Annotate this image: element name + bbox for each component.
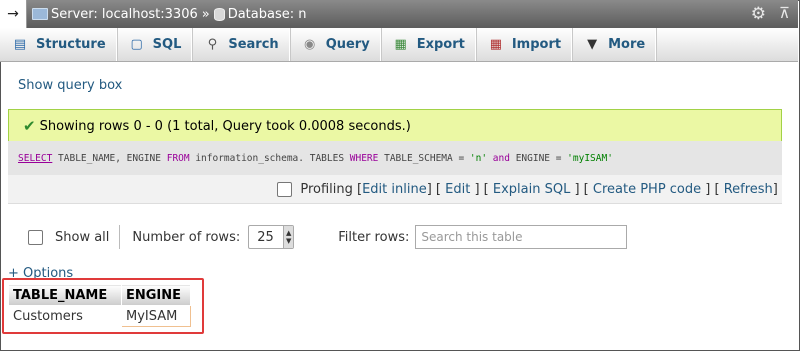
sql-icon: ▢	[130, 36, 143, 52]
sql-keyword-and: and	[492, 152, 510, 164]
breadcrumb-server[interactable]: Server: localhost:3306	[51, 7, 198, 22]
gear-icon[interactable]: ⚙	[751, 4, 766, 24]
sql-text: ENGINE =	[509, 152, 568, 164]
refresh-link[interactable]: Refresh	[724, 182, 773, 197]
tab-more[interactable]: ▼ More	[572, 28, 657, 61]
breadcrumb-separator: »	[201, 6, 210, 22]
column-header-table-name[interactable]: TABLE_NAME	[8, 284, 122, 306]
tab-label: SQL	[152, 37, 182, 52]
number-of-rows-select[interactable]: 25 ▲ ▼	[248, 225, 295, 249]
tab-label: Query	[325, 37, 370, 52]
server-icon	[32, 8, 48, 20]
tab-sql[interactable]: ▢ SQL	[117, 28, 193, 61]
export-icon: ▦	[394, 36, 407, 52]
tab-export[interactable]: ▦ Export	[381, 28, 476, 61]
table-row: Customers MyISAM	[8, 305, 191, 327]
chevron-down-icon: ▲ ▼	[283, 226, 294, 248]
number-of-rows-value: 25	[257, 229, 274, 245]
search-icon: ⚲	[207, 36, 218, 52]
create-php-code-link[interactable]: Create PHP code	[593, 182, 701, 197]
sql-string: 'myISAM'	[567, 152, 613, 164]
sql-query-text: SELECT TABLE_NAME, ENGINE FROM informati…	[8, 153, 613, 164]
chevron-down-icon: ▼	[587, 36, 598, 52]
tab-label: More	[608, 37, 646, 52]
show-all-label: Show all	[55, 229, 110, 245]
structure-icon: ▤	[13, 36, 27, 52]
breadcrumb-bar: → Server: localhost:3306 » Database: n ⚙…	[0, 0, 798, 28]
sql-string: 'n'	[469, 152, 488, 164]
check-icon: ✔	[23, 117, 36, 135]
tab-label: Import	[511, 37, 562, 52]
sql-keyword-select[interactable]: SELECT	[18, 153, 52, 164]
profiling-label: Profiling	[300, 181, 353, 197]
collapse-icon[interactable]: ⊼	[779, 4, 790, 22]
breadcrumb: Server: localhost:3306 » Database: n	[32, 0, 306, 28]
sql-text: TABLE_SCHEMA =	[378, 152, 470, 164]
explain-sql-link[interactable]: Explain SQL	[493, 182, 570, 197]
success-message: ✔ Showing rows 0 - 0 (1 total, Query too…	[8, 109, 782, 142]
database-icon	[213, 7, 225, 21]
edit-inline-link[interactable]: Edit inline	[362, 182, 427, 197]
arrow-right-icon[interactable]: →	[0, 0, 27, 28]
tab-structure[interactable]: ▤ Structure	[0, 28, 117, 61]
import-icon: ▦	[489, 36, 502, 52]
number-of-rows-label: Number of rows:	[132, 229, 241, 245]
profiling-checkbox[interactable]	[277, 181, 293, 197]
sql-query-display: SELECT TABLE_NAME, ENGINE FROM informati…	[8, 141, 782, 175]
show-all-checkbox[interactable]	[28, 229, 43, 245]
tab-bar: ▤ Structure ▢ SQL ⚲ Search ◉ Query ▦ Exp…	[0, 28, 798, 62]
sql-keyword-from: FROM	[166, 152, 190, 164]
tab-label: Structure	[36, 37, 106, 52]
tab-label: Search	[228, 37, 279, 52]
results-table: TABLE_NAME ENGINE Customers MyISAM	[8, 284, 191, 327]
sql-keyword-where: WHERE	[349, 152, 379, 164]
divider	[119, 225, 121, 249]
filter-rows-input[interactable]: Search this table	[415, 225, 628, 249]
query-icon: ◉	[304, 36, 316, 52]
success-text: Showing rows 0 - 0 (1 total, Query took …	[39, 118, 411, 134]
edit-link[interactable]: Edit	[445, 182, 470, 197]
navigation-row: Show all Number of rows: 25 ▲ ▼ Filter ro…	[28, 222, 628, 252]
sql-text: TABLE_NAME, ENGINE	[52, 152, 167, 164]
filter-rows-label: Filter rows:	[338, 229, 410, 245]
tab-label: Export	[416, 37, 465, 52]
tab-search[interactable]: ⚲ Search	[192, 28, 290, 61]
table-cell[interactable]: MyISAM	[121, 305, 191, 327]
column-header-engine[interactable]: ENGINE	[121, 284, 191, 306]
query-toolbar: Profiling [Edit inline] [ Edit ] [ Expla…	[8, 175, 782, 204]
tab-import[interactable]: ▦ Import	[476, 28, 573, 61]
table-cell[interactable]: Customers	[8, 305, 122, 327]
sql-text: information_schema. TABLES	[189, 152, 350, 164]
breadcrumb-database[interactable]: Database: n	[228, 7, 307, 22]
tab-query[interactable]: ◉ Query	[290, 28, 381, 61]
table-header-row: TABLE_NAME ENGINE	[8, 284, 191, 306]
show-query-box-link[interactable]: Show query box	[18, 78, 122, 93]
